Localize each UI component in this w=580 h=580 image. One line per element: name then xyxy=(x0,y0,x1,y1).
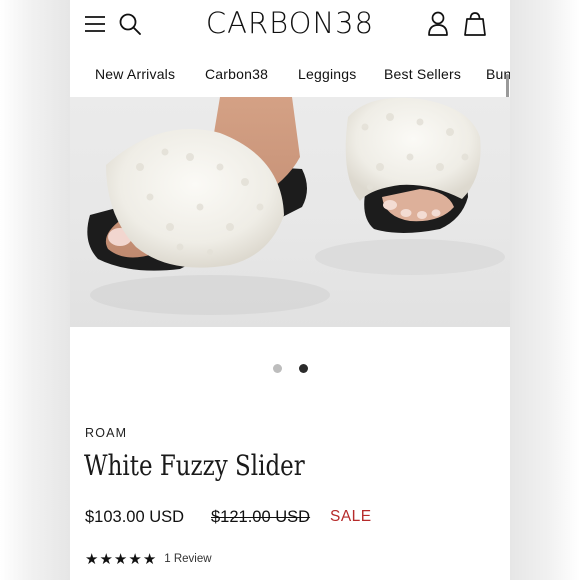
account-icon[interactable] xyxy=(427,11,449,37)
product-brand[interactable]: ROAM xyxy=(85,426,127,440)
star-icon: ★ xyxy=(99,550,113,568)
cart-icon[interactable] xyxy=(463,11,487,37)
review-summary[interactable]: ★ ★ ★ ★ ★ 1 Review xyxy=(85,551,212,567)
carousel-dot[interactable] xyxy=(273,364,282,373)
nav-item-best-sellers[interactable]: Best Sellers xyxy=(384,66,461,82)
star-icon: ★ xyxy=(113,550,128,568)
carousel-indicators xyxy=(70,364,510,374)
compare-at-price: $121.00 USD xyxy=(211,508,311,526)
star-icon: ★ xyxy=(142,550,157,568)
mobile-screen: CARBON38 New Arrivals Carbon38 Leggings … xyxy=(70,0,510,580)
site-header: CARBON38 xyxy=(70,0,510,50)
nav-item-new-arrivals[interactable]: New Arrivals xyxy=(95,66,175,82)
carousel-dot-active[interactable] xyxy=(299,364,308,373)
star-icon: ★ xyxy=(85,550,99,568)
review-count-link[interactable]: 1 Review xyxy=(164,553,211,565)
search-icon[interactable] xyxy=(118,12,142,36)
left-backdrop xyxy=(0,0,70,580)
nav-item-carbon38[interactable]: Carbon38 xyxy=(205,66,268,82)
product-image[interactable] xyxy=(70,97,510,327)
star-icon: ★ xyxy=(128,550,142,568)
right-backdrop xyxy=(510,0,580,580)
menu-icon[interactable] xyxy=(84,13,106,35)
rating-stars: ★ ★ ★ ★ ★ xyxy=(85,552,156,567)
product-title: White Fuzzy Slider xyxy=(84,449,305,482)
nav-item-leggings[interactable]: Leggings xyxy=(298,66,356,82)
sale-price: $103.00 USD xyxy=(85,508,185,526)
category-nav: New Arrivals Carbon38 Leggings Best Sell… xyxy=(70,60,510,90)
sale-badge: SALE xyxy=(330,508,372,525)
